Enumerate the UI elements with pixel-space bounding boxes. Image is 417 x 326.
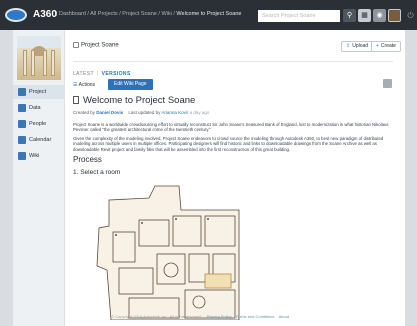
top-bar: A360 | Dashboard / All Projects / Projec…: [0, 0, 417, 30]
breadcrumb: | Dashboard / All Projects / Project Soa…: [56, 11, 242, 17]
about-link[interactable]: About: [278, 314, 288, 319]
grid-icon[interactable]: ▦: [358, 9, 371, 22]
sidebar-item-calendar[interactable]: Calendar: [13, 133, 65, 147]
upload-button[interactable]: ⇧ Upload: [341, 41, 374, 52]
breadcrumb-current: Welcome to Project Soane: [176, 11, 242, 17]
actions-menu[interactable]: ☰ Actions: [73, 80, 95, 90]
intro-paragraph: Project Soane is a worldwide crowdsourci…: [73, 122, 389, 133]
breadcrumb-wiki[interactable]: Wiki: [161, 11, 171, 17]
wiki-icon: [18, 152, 26, 160]
calendar-icon: [18, 136, 26, 144]
sidebar-item-wiki[interactable]: Wiki: [13, 149, 65, 163]
print-icon[interactable]: [383, 79, 392, 88]
plus-icon: +: [376, 43, 379, 49]
tab-versions[interactable]: VERSIONS: [102, 71, 131, 77]
footer: © Copyright 2014 Autodesk, Inc. All righ…: [90, 314, 310, 319]
project-name: Project Soane: [81, 42, 119, 49]
create-button[interactable]: + Create: [371, 41, 401, 52]
data-icon: [18, 104, 26, 112]
power-icon[interactable]: ⏻: [404, 9, 417, 22]
privacy-policy-link[interactable]: Privacy Policy: [207, 314, 232, 319]
sidebar-item-project[interactable]: Project: [13, 85, 65, 99]
details-paragraph: Given the complexity of the modeling inv…: [73, 136, 384, 152]
content-area: Project Soane ⇧ Upload + Create LATEST | VER…: [73, 30, 405, 326]
edit-wiki-page-button[interactable]: Edit Wiki Page: [108, 79, 153, 90]
project-type-icon: [73, 42, 79, 48]
actions-icon: ☰: [73, 82, 78, 88]
tab-latest[interactable]: LATEST: [73, 71, 94, 77]
breadcrumb-project[interactable]: Project Soane: [122, 11, 157, 17]
search-icon[interactable]: ⚲: [343, 9, 356, 22]
floor-plan-image[interactable]: [89, 180, 249, 320]
a360-logo[interactable]: [5, 8, 27, 22]
page-meta: Created by Daniel Dovis Last updated by …: [73, 110, 210, 115]
bell-icon[interactable]: ◉: [373, 9, 386, 22]
brand-name[interactable]: A360: [33, 9, 57, 20]
upload-icon: ⇧: [346, 43, 351, 49]
people-icon: [18, 120, 26, 128]
breadcrumb-dashboard[interactable]: Dashboard: [59, 11, 86, 17]
project-header: Project Soane: [73, 42, 119, 49]
author-link[interactable]: Daniel Dovis: [96, 110, 123, 115]
project-thumbnail[interactable]: [17, 36, 61, 80]
document-icon: [73, 96, 79, 104]
terms-link[interactable]: Terms and Conditions: [236, 314, 275, 319]
page-title: Welcome to Project Soane: [73, 95, 195, 106]
divider: [73, 61, 393, 62]
updater-link[interactable]: Arianna Kovri: [161, 110, 188, 115]
sidebar-item-people[interactable]: People: [13, 117, 65, 131]
sidebar-item-data[interactable]: Data: [13, 101, 65, 115]
main-frame: Project Data People Calendar Wiki Projec…: [13, 30, 405, 326]
search-input[interactable]: [258, 10, 340, 22]
copyright: © Copyright 2014 Autodesk, Inc. All righ…: [111, 314, 203, 319]
breadcrumb-sep: |: [56, 11, 58, 17]
project-icon: [18, 88, 26, 96]
user-avatar[interactable]: [388, 9, 401, 22]
process-heading: Process: [73, 155, 102, 164]
step-select-room: 1. Select a room: [73, 169, 121, 176]
wiki-tabs: LATEST | VERSIONS: [73, 71, 131, 77]
breadcrumb-all-projects[interactable]: All Projects: [90, 11, 118, 17]
sidebar: Project Data People Calendar Wiki: [13, 30, 65, 326]
